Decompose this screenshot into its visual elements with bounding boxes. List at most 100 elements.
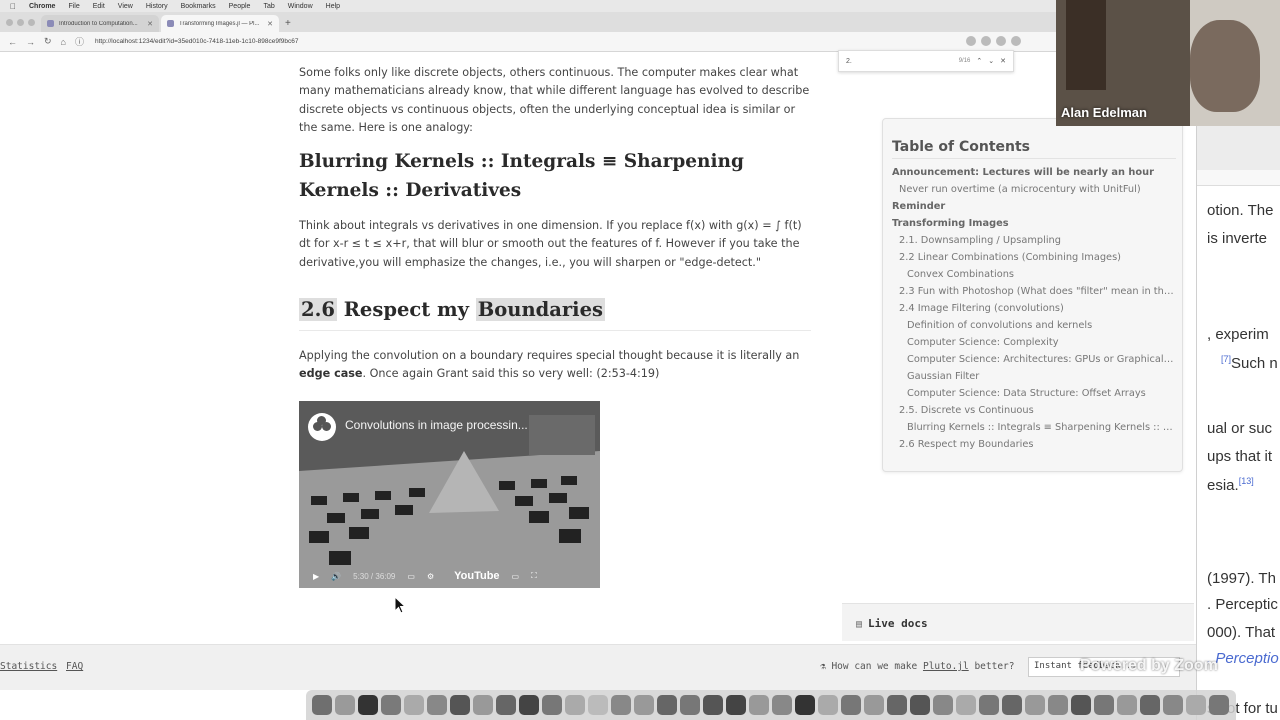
- menu-history[interactable]: History: [146, 3, 168, 10]
- menu-edit[interactable]: Edit: [93, 3, 105, 10]
- dock-app-icon[interactable]: [1002, 695, 1022, 715]
- dock-app-icon[interactable]: [749, 695, 769, 715]
- dock-app-icon[interactable]: [588, 695, 608, 715]
- toc-item[interactable]: Definition of convolutions and kernels: [892, 317, 1174, 334]
- dock-app-icon[interactable]: [565, 695, 585, 715]
- dock-app-icon[interactable]: [703, 695, 723, 715]
- toc-item[interactable]: Gaussian Filter: [892, 368, 1174, 385]
- menu-tab[interactable]: Tab: [263, 3, 274, 10]
- dock-app-icon[interactable]: [1117, 695, 1137, 715]
- extension-icon[interactable]: [996, 36, 1006, 46]
- toc-item[interactable]: 2.4 Image Filtering (convolutions): [892, 300, 1174, 317]
- statistics-link[interactable]: Statistics: [0, 661, 57, 672]
- address-input[interactable]: http://localhost:1234/edit?id=35ed010c-7…: [95, 38, 299, 45]
- video-title[interactable]: Convolutions in image processin...: [345, 418, 528, 432]
- toc-item[interactable]: Computer Science: Complexity: [892, 334, 1174, 351]
- toc-item[interactable]: Reminder: [892, 198, 1174, 215]
- toc-item[interactable]: 2.6 Respect my Boundaries: [892, 436, 1174, 453]
- dock-app-icon[interactable]: [381, 695, 401, 715]
- dock-app-icon[interactable]: [335, 695, 355, 715]
- extension-icon[interactable]: [1011, 36, 1021, 46]
- menu-file[interactable]: File: [68, 3, 79, 10]
- citation-link[interactable]: [7]: [1221, 354, 1231, 364]
- find-input[interactable]: 2.: [846, 58, 953, 65]
- youtube-logo[interactable]: YouTube: [454, 570, 499, 582]
- dock-app-icon[interactable]: [657, 695, 677, 715]
- menu-bookmarks[interactable]: Bookmarks: [181, 3, 216, 10]
- toc-item[interactable]: Blurring Kernels :: Integrals ≡ Sharpeni…: [892, 419, 1174, 436]
- background-browser-window[interactable]: otion. The is inverte , experim [7]Such n ua…: [1196, 126, 1280, 720]
- zoom-window-button[interactable]: [28, 18, 35, 26]
- minimize-window-button[interactable]: [17, 18, 24, 26]
- tab-close-icon[interactable]: ✕: [267, 20, 273, 28]
- find-next-icon[interactable]: ⌄: [988, 57, 994, 65]
- settings-gear-icon[interactable]: ⚙: [427, 572, 434, 581]
- toc-item[interactable]: 2.5. Discrete vs Continuous: [892, 402, 1174, 419]
- fullscreen-icon[interactable]: ⛶: [531, 571, 537, 581]
- dock-app-icon[interactable]: [726, 695, 746, 715]
- extension-icon[interactable]: [966, 36, 976, 46]
- captions-icon[interactable]: ▭: [407, 572, 415, 581]
- find-close-icon[interactable]: ✕: [1000, 57, 1006, 65]
- play-icon[interactable]: ▶: [313, 572, 319, 581]
- apple-icon[interactable]: : [10, 2, 16, 11]
- toc-item[interactable]: Convex Combinations: [892, 266, 1174, 283]
- menu-people[interactable]: People: [229, 3, 251, 10]
- dock-app-icon[interactable]: [1186, 695, 1206, 715]
- menu-window[interactable]: Window: [288, 3, 313, 10]
- home-icon[interactable]: ⌂: [61, 37, 66, 47]
- live-docs-panel[interactable]: ▤ Live docs: [842, 603, 1194, 641]
- dock-app-icon[interactable]: [519, 695, 539, 715]
- menu-help[interactable]: Help: [326, 3, 340, 10]
- dock-app-icon[interactable]: [634, 695, 654, 715]
- toc-item[interactable]: 2.1. Downsampling / Upsampling: [892, 232, 1174, 249]
- dock-app-icon[interactable]: [427, 695, 447, 715]
- find-prev-icon[interactable]: ⌃: [976, 57, 982, 65]
- back-icon[interactable]: ←: [8, 37, 17, 47]
- channel-logo[interactable]: [308, 413, 336, 441]
- youtube-video-player[interactable]: Convolutions in image processin... ▶ 🔊 5…: [299, 401, 600, 588]
- dock-app-icon[interactable]: [1163, 695, 1183, 715]
- dock-app-icon[interactable]: [772, 695, 792, 715]
- toc-item[interactable]: Never run overtime (a microcentury with …: [892, 181, 1174, 198]
- toc-item[interactable]: Computer Science: Data Structure: Offset…: [892, 385, 1174, 402]
- toc-item[interactable]: 2.2 Linear Combinations (Combining Image…: [892, 249, 1174, 266]
- zoom-lens-icon[interactable]: [981, 36, 991, 46]
- dock-app-icon[interactable]: [979, 695, 999, 715]
- dock-app-icon[interactable]: [450, 695, 470, 715]
- info-icon[interactable]: ⓘ: [75, 35, 84, 48]
- browser-tab[interactable]: Introduction to Computation... ✕: [41, 15, 159, 32]
- new-tab-button[interactable]: +: [285, 15, 291, 32]
- toc-item[interactable]: 2.3 Fun with Photoshop (What does "filte…: [892, 283, 1174, 300]
- dock-app-icon[interactable]: [1025, 695, 1045, 715]
- dock-app-icon[interactable]: [358, 695, 378, 715]
- reload-icon[interactable]: ↻: [44, 36, 52, 47]
- menu-view[interactable]: View: [118, 3, 133, 10]
- toc-item[interactable]: Transforming Images: [892, 215, 1174, 232]
- dock-app-icon[interactable]: [795, 695, 815, 715]
- browser-tab-active[interactable]: Transforming Images.jl — Pl... ✕: [161, 15, 279, 32]
- dock-app-icon[interactable]: [1140, 695, 1160, 715]
- dock-app-icon[interactable]: [1094, 695, 1114, 715]
- dock-app-icon[interactable]: [1048, 695, 1068, 715]
- dock-app-icon[interactable]: [818, 695, 838, 715]
- dock-app-icon[interactable]: [864, 695, 884, 715]
- faq-link[interactable]: FAQ: [66, 661, 83, 672]
- dock-app-icon[interactable]: [542, 695, 562, 715]
- dock-app-icon[interactable]: [473, 695, 493, 715]
- dock-app-icon[interactable]: [680, 695, 700, 715]
- dock-app-icon[interactable]: [496, 695, 516, 715]
- forward-icon[interactable]: →: [26, 37, 35, 47]
- pluto-link[interactable]: Pluto.jl: [923, 661, 969, 672]
- toc-item[interactable]: Computer Science: Architectures: GPUs or…: [892, 351, 1174, 368]
- dock-app-icon[interactable]: [956, 695, 976, 715]
- tab-close-icon[interactable]: ✕: [147, 20, 153, 28]
- dock-app-icon[interactable]: [1071, 695, 1091, 715]
- dock-app-icon[interactable]: [933, 695, 953, 715]
- dock-app-icon[interactable]: [404, 695, 424, 715]
- dock-app-icon[interactable]: [887, 695, 907, 715]
- dock-app-icon[interactable]: [312, 695, 332, 715]
- cast-icon[interactable]: ▭: [512, 572, 520, 581]
- dock-app-icon[interactable]: [841, 695, 861, 715]
- dock-app-icon[interactable]: [910, 695, 930, 715]
